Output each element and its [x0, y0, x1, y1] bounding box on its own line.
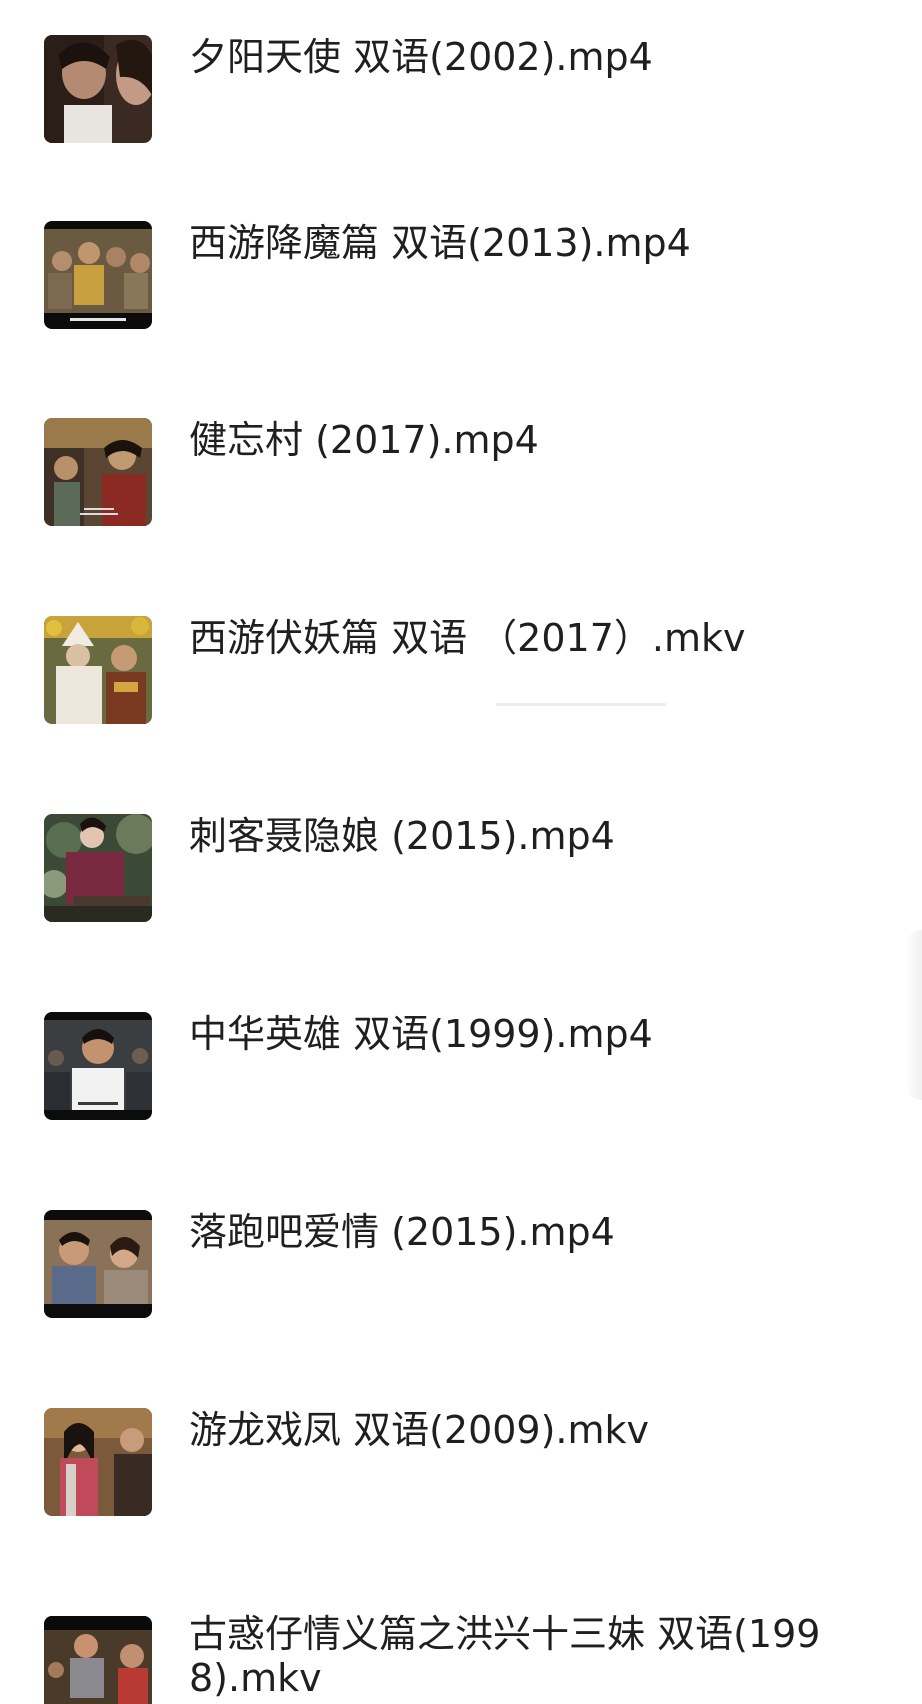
video-thumbnail-icon [44, 1408, 152, 1516]
video-thumbnail-icon [44, 35, 152, 143]
video-thumbnail-icon [44, 1012, 152, 1120]
video-thumbnail-icon [44, 418, 152, 526]
file-list: 夕阳天使 双语(2002).mp4 西游降魔篇 双语(2013).mp4 健忘村… [0, 0, 922, 1704]
file-row[interactable]: 中华英雄 双语(1999).mp4 [0, 1012, 922, 1182]
video-thumbnail-icon [44, 616, 152, 724]
file-row[interactable]: 古惑仔情义篇之洪兴十三妹 双语(1998).mkv [0, 1612, 922, 1704]
file-name: 健忘村 (2017).mp4 [189, 418, 539, 462]
file-name: 中华英雄 双语(1999).mp4 [189, 1012, 653, 1056]
video-thumbnail[interactable] [44, 1210, 152, 1318]
file-row[interactable]: 西游伏妖篇 双语 （2017）.mkv [0, 616, 922, 786]
file-name: 西游降魔篇 双语(2013).mp4 [189, 221, 691, 265]
file-name: 古惑仔情义篇之洪兴十三妹 双语(1998).mkv [189, 1612, 821, 1700]
video-thumbnail-icon [44, 1616, 152, 1704]
file-meta [496, 703, 666, 706]
video-thumbnail[interactable] [44, 35, 152, 143]
video-thumbnail[interactable] [44, 418, 152, 526]
video-thumbnail[interactable] [44, 1012, 152, 1120]
file-row[interactable]: 夕阳天使 双语(2002).mp4 [0, 35, 922, 205]
file-name: 落跑吧爱情 (2015).mp4 [189, 1210, 615, 1254]
file-row[interactable]: 刺客聂隐娘 (2015).mp4 [0, 814, 922, 984]
scroll-edge-indicator [904, 930, 922, 1100]
video-thumbnail-icon [44, 221, 152, 329]
video-thumbnail[interactable] [44, 1616, 152, 1704]
video-thumbnail[interactable] [44, 1408, 152, 1516]
video-thumbnail[interactable] [44, 616, 152, 724]
video-thumbnail[interactable] [44, 814, 152, 922]
file-name: 游龙戏凤 双语(2009).mkv [189, 1408, 650, 1452]
file-row[interactable]: 健忘村 (2017).mp4 [0, 418, 922, 588]
file-name: 夕阳天使 双语(2002).mp4 [189, 35, 653, 79]
video-thumbnail-icon [44, 814, 152, 922]
file-name: 西游伏妖篇 双语 （2017）.mkv [189, 616, 746, 660]
file-row[interactable]: 游龙戏凤 双语(2009).mkv [0, 1408, 922, 1578]
file-row[interactable]: 西游降魔篇 双语(2013).mp4 [0, 221, 922, 391]
video-thumbnail-icon [44, 1210, 152, 1318]
video-thumbnail[interactable] [44, 221, 152, 329]
file-row[interactable]: 落跑吧爱情 (2015).mp4 [0, 1210, 922, 1380]
file-name: 刺客聂隐娘 (2015).mp4 [189, 814, 615, 858]
